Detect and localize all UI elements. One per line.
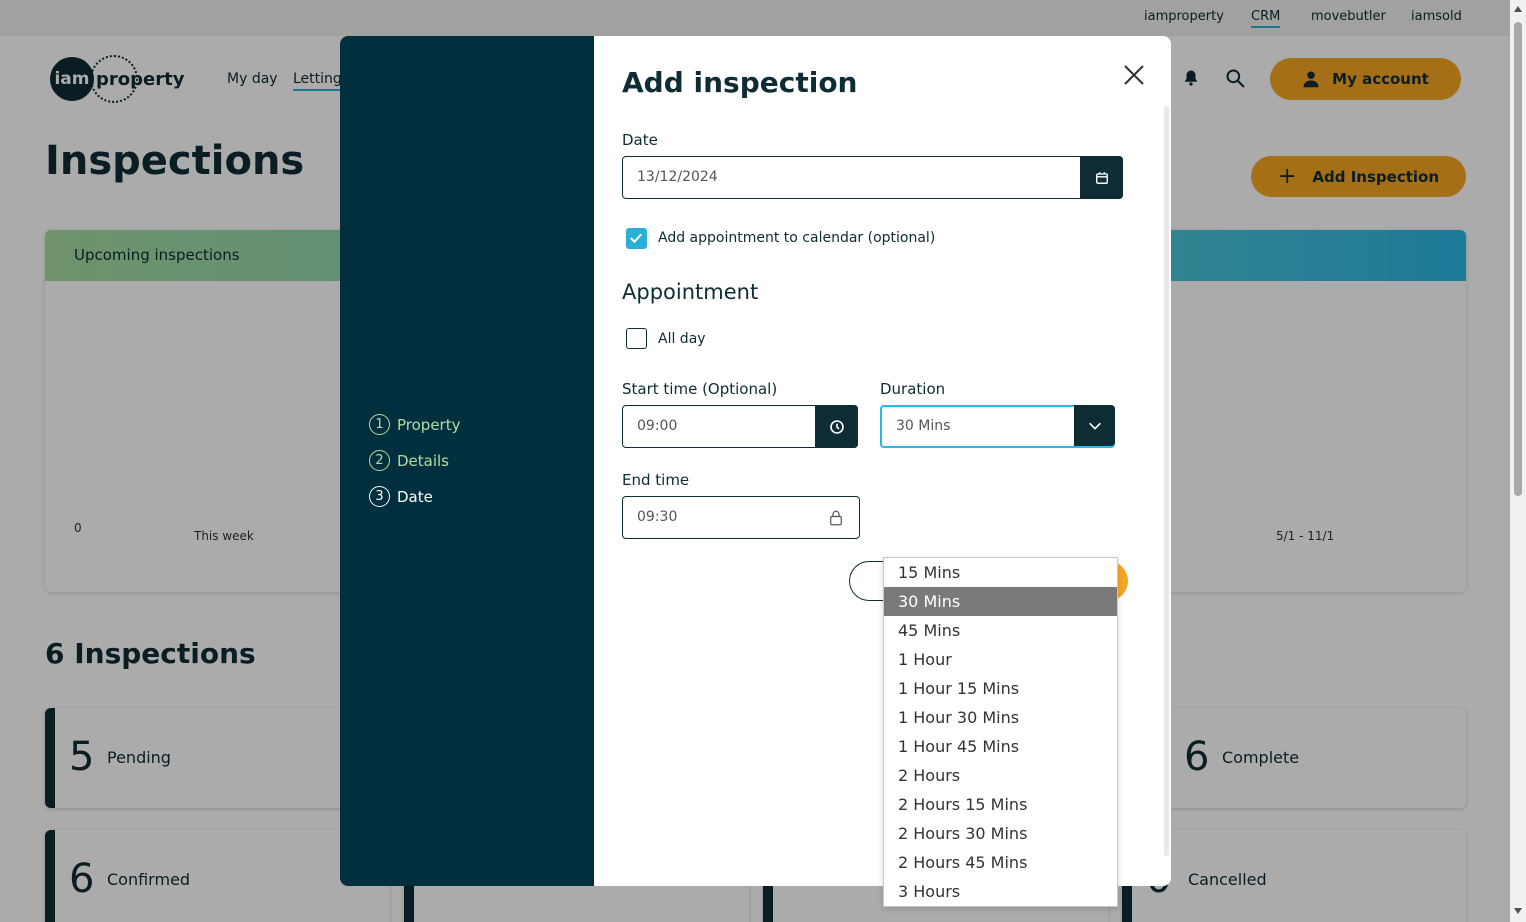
duration-option[interactable]: 2 Hours — [884, 761, 1117, 790]
end-time-label: End time — [622, 471, 690, 489]
step-label: Property — [397, 415, 461, 434]
duration-option[interactable]: 1 Hour 45 Mins — [884, 732, 1117, 761]
checkmark-icon — [630, 233, 642, 244]
step-property[interactable]: 1 Property — [369, 414, 460, 435]
calendar-checkbox-label: Add appointment to calendar (optional) — [658, 230, 936, 246]
scrollbar-thumb[interactable] — [1514, 22, 1522, 496]
duration-option[interactable]: 3 Hours — [884, 877, 1117, 906]
step-details[interactable]: 2 Details — [369, 450, 449, 471]
duration-select[interactable]: 30 Mins — [880, 405, 1115, 448]
lock-icon — [830, 510, 842, 526]
start-time-label: Start time (Optional) — [622, 380, 778, 398]
duration-option[interactable]: 30 Mins — [884, 587, 1117, 616]
calendar-button[interactable] — [1080, 156, 1123, 199]
duration-option[interactable]: 1 Hour 30 Mins — [884, 703, 1117, 732]
duration-option[interactable]: 1 Hour 15 Mins — [884, 674, 1117, 703]
duration-dropdown: 15 Mins 30 Mins 45 Mins 1 Hour 1 Hour 15… — [883, 557, 1118, 907]
all-day-label: All day — [658, 331, 706, 347]
start-time-input[interactable]: 09:00 — [622, 405, 858, 448]
duration-option[interactable]: 1 Hour — [884, 645, 1117, 674]
page-scrollbar[interactable] — [1510, 0, 1526, 922]
clock-button[interactable] — [815, 405, 858, 448]
end-time-value: 09:30 — [637, 509, 678, 525]
modal-scrollbar[interactable] — [1164, 106, 1169, 856]
duration-option[interactable]: 15 Mins — [884, 558, 1117, 587]
duration-label: Duration — [880, 380, 946, 398]
duration-value: 30 Mins — [896, 418, 951, 434]
calendar-checkbox[interactable] — [626, 228, 647, 249]
start-time-value: 09:00 — [637, 418, 678, 434]
duration-option[interactable]: 45 Mins — [884, 616, 1117, 645]
chevron-down-icon — [1088, 422, 1101, 430]
step-label: Details — [397, 451, 450, 470]
duration-option[interactable]: 2 Hours 30 Mins — [884, 819, 1117, 848]
duration-option[interactable]: 2 Hours 15 Mins — [884, 790, 1117, 819]
step-date[interactable]: 3 Date — [369, 486, 433, 507]
step-number: 2 — [369, 450, 390, 471]
clock-icon — [829, 419, 844, 434]
date-label: Date — [622, 131, 658, 149]
step-number: 1 — [369, 414, 390, 435]
close-icon[interactable] — [1122, 63, 1146, 87]
scroll-down-icon[interactable] — [1514, 908, 1522, 914]
end-time-input: 09:30 — [622, 496, 860, 539]
appointment-title: Appointment — [622, 280, 759, 304]
all-day-checkbox[interactable] — [626, 328, 647, 349]
duration-option[interactable]: 2 Hours 45 Mins — [884, 848, 1117, 877]
wizard-steps-panel: 1 Property 2 Details 3 Date — [340, 36, 594, 886]
step-number: 3 — [369, 486, 390, 507]
scroll-up-icon[interactable] — [1514, 6, 1522, 12]
calendar-icon — [1095, 171, 1108, 184]
step-label: Date — [397, 487, 433, 506]
duration-toggle[interactable] — [1074, 405, 1115, 446]
modal-title: Add inspection — [622, 66, 858, 99]
date-input[interactable]: 13/12/2024 — [622, 156, 1123, 199]
date-value: 13/12/2024 — [637, 169, 718, 185]
